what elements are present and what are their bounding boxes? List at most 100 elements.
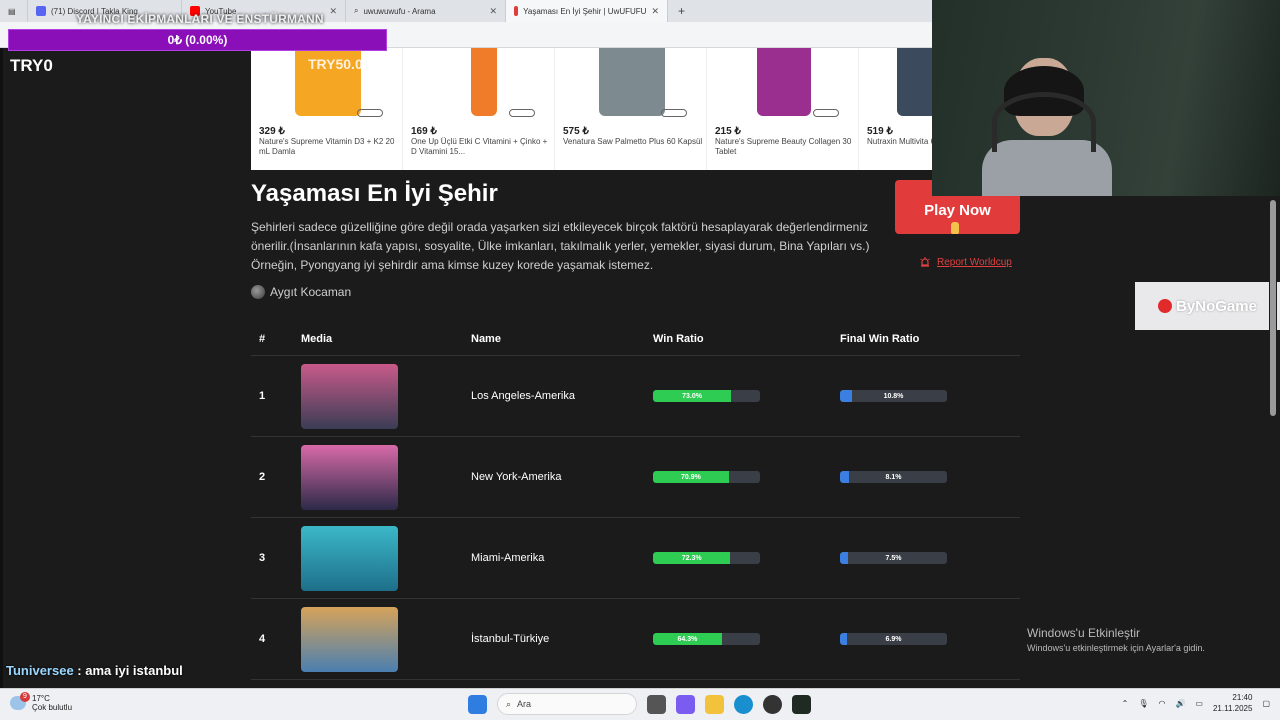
microphone-icon[interactable]: 🎙 [1138,699,1148,708]
table-row[interactable]: 3 Miami-Amerika 72.3% 7.5% [251,518,1020,599]
chevron-up-icon[interactable]: ⌃ [1122,699,1129,708]
final-win-ratio-bar: 10.8% [840,390,947,402]
clock[interactable]: 21:40 21.11.2025 [1213,692,1252,714]
wifi-icon[interactable]: ◠ [1158,699,1165,708]
windows-activation-watermark: Windows'u Etkinleştir Windows'u etkinleş… [1027,626,1205,653]
new-tab-button[interactable]: + [668,4,695,18]
activation-title: Windows'u Etkinleştir [1027,626,1140,640]
taskbar-apps: ⌕ Ara [468,693,811,715]
product-card[interactable]: 169 ₺ One Up Üçlü Etki C Vitamini + Çinko… [407,48,555,170]
city-thumbnail[interactable] [301,606,398,672]
city-thumbnail[interactable] [301,363,398,429]
webcam-feed [932,0,1280,196]
copilot-icon[interactable] [676,694,695,714]
file-explorer-icon[interactable] [705,694,724,714]
goal-counter: TRY0 [10,56,53,75]
bynogame-logo-icon [1158,299,1173,313]
scrollbar-thumb[interactable] [1270,200,1276,416]
product-badge [813,109,839,117]
sponsor-banner: ByNoGame [1135,282,1280,330]
tab-uwufufu[interactable]: Yaşaması En İyi Şehir | UwUFUFU ✕ [506,0,668,22]
report-label: Report Worldcup [937,256,1012,268]
table-body: 1 Los Angeles-Amerika 73.0% 10.8% 2 New York-… [251,356,1020,680]
hand-cursor-icon [951,222,959,234]
taskbar: 9 17°C Çok bulutlu ⌕ Ara ⌃ 🎙 ◠ 🔊 ▭ 21:40 … [0,688,1280,720]
search-placeholder: Ara [517,699,532,709]
final-win-ratio-bar: 7.5% [840,552,947,564]
row-index: 2 [259,471,266,483]
win-ratio-label: 72.3% [681,554,702,562]
city-thumbnail[interactable] [301,444,398,510]
taskbar-search[interactable]: ⌕ Ara [497,693,637,715]
obs-icon[interactable] [763,694,782,714]
win-ratio-label: 70.9% [681,473,701,481]
weather-widget[interactable]: 9 17°C Çok bulutlu [10,692,72,712]
city-thumbnail[interactable] [301,525,398,591]
tab-label: Yaşaması En İyi Şehir | UwUFUFU [523,6,647,16]
product-name: One Up Üçlü Etki C Vitamini + Çinko + D … [411,137,548,156]
battery-icon[interactable]: ▭ [1195,699,1203,708]
final-win-ratio-bar: 8.1% [840,471,947,483]
volume-icon[interactable]: 🔊 [1175,699,1185,708]
final-win-ratio-label: 7.5% [885,554,902,562]
product-card[interactable]: 215 ₺ Nature's Supreme Beauty Collagen 30… [711,48,859,170]
system-tray: ⌃ 🎙 ◠ 🔊 ▭ 21:40 21.11.2025 ▢ [1122,692,1270,714]
tab-overview-button[interactable]: ▤ [0,0,28,22]
clock-time: 21:40 [1232,693,1253,702]
product-image [471,48,497,116]
alarm-icon [920,257,930,267]
header-win-ratio: Win Ratio [653,333,704,345]
weather-temp: 17°C [32,694,50,703]
clock-date: 21.11.2025 [1212,704,1253,713]
page-scrollbar[interactable] [1269,196,1277,686]
page-title: Yaşaması En İyi Şehir [251,180,498,207]
notifications-icon[interactable]: ▢ [1262,699,1270,708]
tab-search[interactable]: ⌕ uwuwuwufu - Arama ✕ [346,0,506,22]
stream-app-icon[interactable] [792,694,811,714]
search-icon: ⌕ [506,698,512,709]
product-image [897,48,932,116]
headset-icon [992,92,1096,152]
chat-message: Tuniversee : ama iyi istanbul [6,663,183,678]
product-price: 169 ₺ [411,126,437,137]
discord-icon [36,6,46,16]
product-card[interactable]: 519 ₺Nutraxin Multivita 60 Tablet [863,48,932,170]
author[interactable]: Aygıt Kocaman [251,285,351,299]
page-description: Şehirleri sadece güzelliğine göre değil … [251,220,870,272]
task-view-icon[interactable] [647,694,666,714]
table-row[interactable]: 2 New York-Amerika 70.9% 8.1% [251,437,1020,518]
product-badge [661,109,687,117]
close-icon[interactable]: ✕ [489,6,497,17]
avatar [251,285,265,299]
win-ratio-bar: 70.9% [653,471,760,483]
header-name: Name [471,333,501,345]
uwufufu-icon [514,6,519,16]
product-name: Nature's Supreme Vitamin D3 + K2 20 mL D… [259,137,395,156]
edge-icon[interactable] [734,694,753,714]
header-final-win-ratio: Final Win Ratio [840,333,920,345]
final-win-ratio-label: 10.8% [883,392,904,400]
row-index: 1 [259,390,266,402]
product-name: Nature's Supreme Beauty Collagen 30 Tabl… [715,137,852,156]
stream-brand-overlay: TRY50.00 [308,56,371,72]
row-index: 3 [259,552,266,564]
product-image [757,48,811,116]
win-ratio-bar: 64.3% [653,633,760,645]
windows-start-icon[interactable] [468,694,487,714]
close-icon[interactable]: ✕ [329,6,337,17]
sponsor-name: ByNoGame [1176,297,1257,315]
close-icon[interactable]: ✕ [651,6,659,17]
product-badge [357,109,383,117]
final-win-ratio-bar: 6.9% [840,633,947,645]
product-price: 519 ₺ [867,126,893,137]
city-name: İstanbul-Türkiye [471,633,550,645]
header-media: Media [301,333,333,345]
report-worldcup-link[interactable]: Report Worldcup [919,256,1012,268]
table-row[interactable]: 4 İstanbul-Türkiye 64.3% 6.9% [251,599,1020,680]
final-win-ratio-label: 6.9% [885,635,902,643]
city-name: Miami-Amerika [471,552,545,564]
table-row[interactable]: 1 Los Angeles-Amerika 73.0% 10.8% [251,356,1020,437]
chat-username: Tuniversee [6,663,74,678]
win-ratio-label: 64.3% [677,635,698,643]
product-card[interactable]: 575 ₺ Venatura Saw Palmetto Plus 60 Kapsü… [559,48,707,170]
